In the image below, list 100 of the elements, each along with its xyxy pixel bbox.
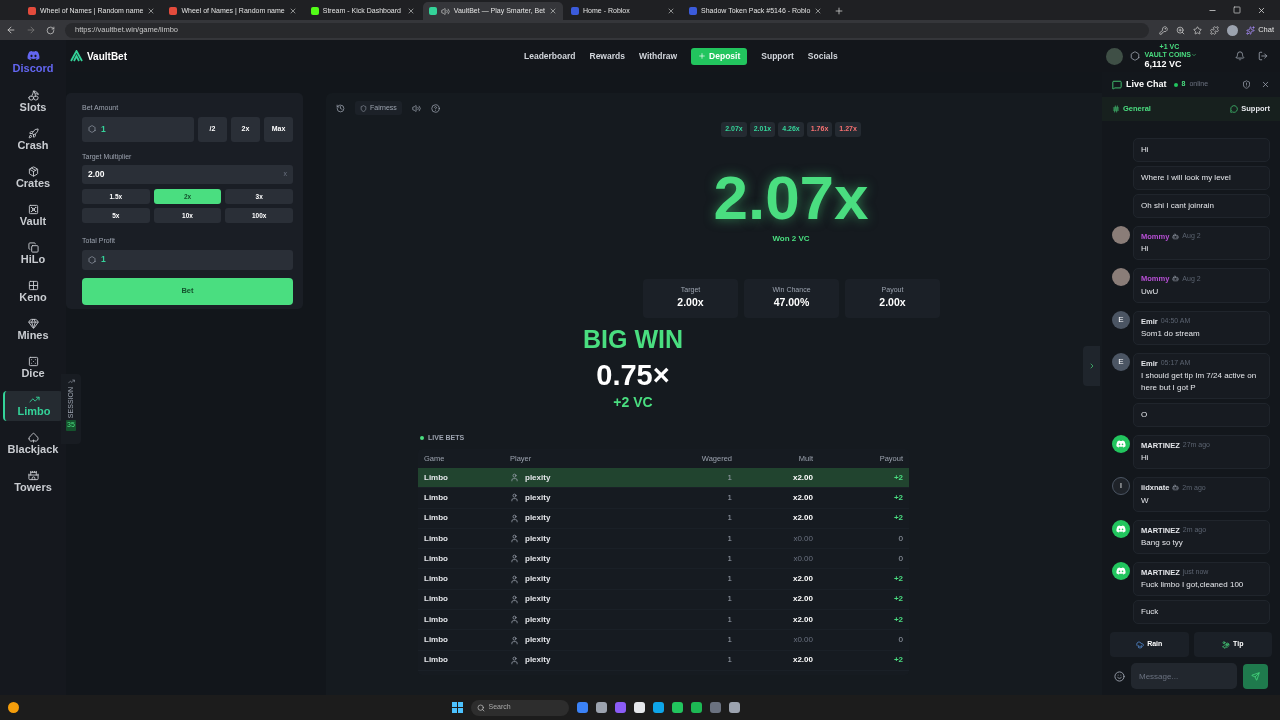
- player-icon: [510, 513, 519, 523]
- speaker-icon[interactable]: [440, 6, 450, 16]
- sidebar-item[interactable]: HiLo: [3, 239, 63, 269]
- taskbar-app-icon[interactable]: [595, 702, 607, 713]
- player-cell: plexity: [525, 552, 551, 565]
- new-tab-icon[interactable]: [834, 6, 845, 16]
- player-cell: plexity: [525, 573, 551, 586]
- sidebar-item[interactable]: Slots: [3, 87, 63, 117]
- nav-link[interactable]: Rewards: [589, 49, 625, 63]
- wagered-cell: 1: [727, 512, 732, 525]
- maximize-icon[interactable]: [1233, 6, 1241, 14]
- sidebar-item[interactable]: Vault: [3, 201, 63, 231]
- avatar-photo-placeholder: [1112, 226, 1130, 244]
- sidebar-item[interactable]: Crash: [3, 125, 63, 155]
- taskbar-app-icon[interactable]: [652, 702, 664, 713]
- player-cell: plexity: [525, 593, 551, 606]
- sidebar-item[interactable]: Dice: [3, 353, 63, 383]
- sidebar-item[interactable]: Blackjack: [3, 429, 63, 459]
- weather-icon[interactable]: [8, 702, 19, 713]
- game-icon: [27, 432, 39, 443]
- nav-link[interactable]: Socials: [807, 49, 838, 63]
- game-icon: [27, 204, 39, 215]
- chat-message: Where I will look my level: [1133, 166, 1270, 190]
- notification-icon[interactable]: [1235, 51, 1245, 61]
- favicon-icon: [428, 7, 437, 15]
- big-win-multiplier: 0.75×: [596, 357, 670, 392]
- total-profit-field[interactable]: 1: [82, 249, 293, 270]
- close-icon[interactable]: [814, 7, 823, 15]
- letter-avatar: E: [1112, 352, 1130, 371]
- shield-icon[interactable]: [1242, 80, 1251, 89]
- logout-icon[interactable]: [1258, 51, 1268, 61]
- close-icon[interactable]: [406, 7, 415, 15]
- wagered-cell: 1: [727, 552, 732, 565]
- sparkle-icon: [1246, 25, 1256, 35]
- help-icon[interactable]: [430, 103, 440, 113]
- big-win-amount: +2 VC: [613, 392, 653, 411]
- tip-icon: [1222, 640, 1231, 649]
- send-button[interactable]: [1243, 663, 1268, 689]
- extensions-icon[interactable]: [1210, 25, 1220, 35]
- sidebar-item[interactable]: Crates: [3, 163, 63, 193]
- payout-cell: +2: [893, 654, 903, 667]
- message-text: Hi: [1141, 243, 1150, 256]
- payout-cell: +2: [893, 471, 903, 484]
- chat-message: Oh shi I cant joinrain: [1133, 194, 1270, 218]
- message-text: I should get tip Im 7/24 active on here but I got P: [1141, 370, 1258, 394]
- taskbar-app-icon[interactable]: [671, 702, 683, 713]
- player-icon: [510, 655, 519, 665]
- chat-icon: [1112, 79, 1122, 90]
- discord-link[interactable]: Discord: [12, 49, 54, 75]
- hash-icon: [1112, 105, 1120, 113]
- reload-icon[interactable]: [46, 25, 55, 35]
- bookmark-icon[interactable]: [1193, 25, 1203, 35]
- bet-amount-value: 1: [101, 122, 106, 136]
- sidebar-item[interactable]: Limbo: [3, 391, 63, 421]
- player-icon: [510, 594, 519, 604]
- result-multiplier: 2.07x: [713, 166, 869, 229]
- message-text: Som1 do stream: [1141, 327, 1201, 340]
- zoom-icon[interactable]: [1176, 25, 1186, 35]
- rain-icon: [1136, 640, 1145, 649]
- emoji-icon[interactable]: [1114, 670, 1125, 682]
- close-icon[interactable]: [549, 7, 558, 15]
- history-icon[interactable]: [336, 103, 345, 113]
- sidebar-item[interactable]: Mines: [3, 315, 63, 345]
- mult-cell: x2.00: [792, 593, 813, 606]
- player-icon: [510, 574, 519, 584]
- bet-amount-field[interactable]: 1: [82, 116, 194, 142]
- close-icon[interactable]: [1261, 80, 1270, 89]
- back-icon[interactable]: [6, 25, 16, 35]
- logo-text: VaultBet: [87, 49, 127, 64]
- player-icon: [510, 534, 519, 544]
- taskbar-app-icon[interactable]: [633, 702, 645, 713]
- mult-cell: x2.00: [792, 512, 813, 525]
- badge-icon: [1172, 275, 1180, 283]
- player-icon: [510, 473, 519, 483]
- message-input[interactable]: Message...: [1131, 663, 1237, 689]
- nav-link[interactable]: Withdraw: [638, 49, 678, 63]
- close-icon[interactable]: [147, 7, 156, 15]
- badge-icon: [1172, 484, 1180, 492]
- nav-link[interactable]: Leaderboard: [524, 49, 576, 63]
- plus-icon: [698, 52, 707, 60]
- payout-cell: +2: [893, 512, 903, 525]
- sound-icon[interactable]: [411, 103, 421, 113]
- close-icon[interactable]: [667, 7, 676, 15]
- sidebar-item[interactable]: Towers: [3, 467, 63, 497]
- start-icon[interactable]: [451, 702, 463, 713]
- nav-link[interactable]: Support: [761, 49, 794, 63]
- letter-avatar: E: [1112, 310, 1130, 329]
- game-icon: [27, 128, 39, 139]
- game-icon: [28, 394, 40, 405]
- player-cell: plexity: [525, 471, 551, 484]
- key-icon[interactable]: [1159, 25, 1169, 35]
- total-profit-value: 1: [101, 253, 106, 266]
- taskbar-app-icon[interactable]: [728, 702, 740, 713]
- profile-avatar[interactable]: [1227, 24, 1239, 36]
- sidebar-item[interactable]: Keno: [3, 277, 63, 307]
- taskbar-app-icon[interactable]: [690, 702, 702, 713]
- player-icon: [510, 635, 519, 645]
- wagered-cell: 1: [727, 532, 732, 545]
- message-text: UwU: [1141, 285, 1160, 298]
- close-icon[interactable]: [288, 7, 297, 15]
